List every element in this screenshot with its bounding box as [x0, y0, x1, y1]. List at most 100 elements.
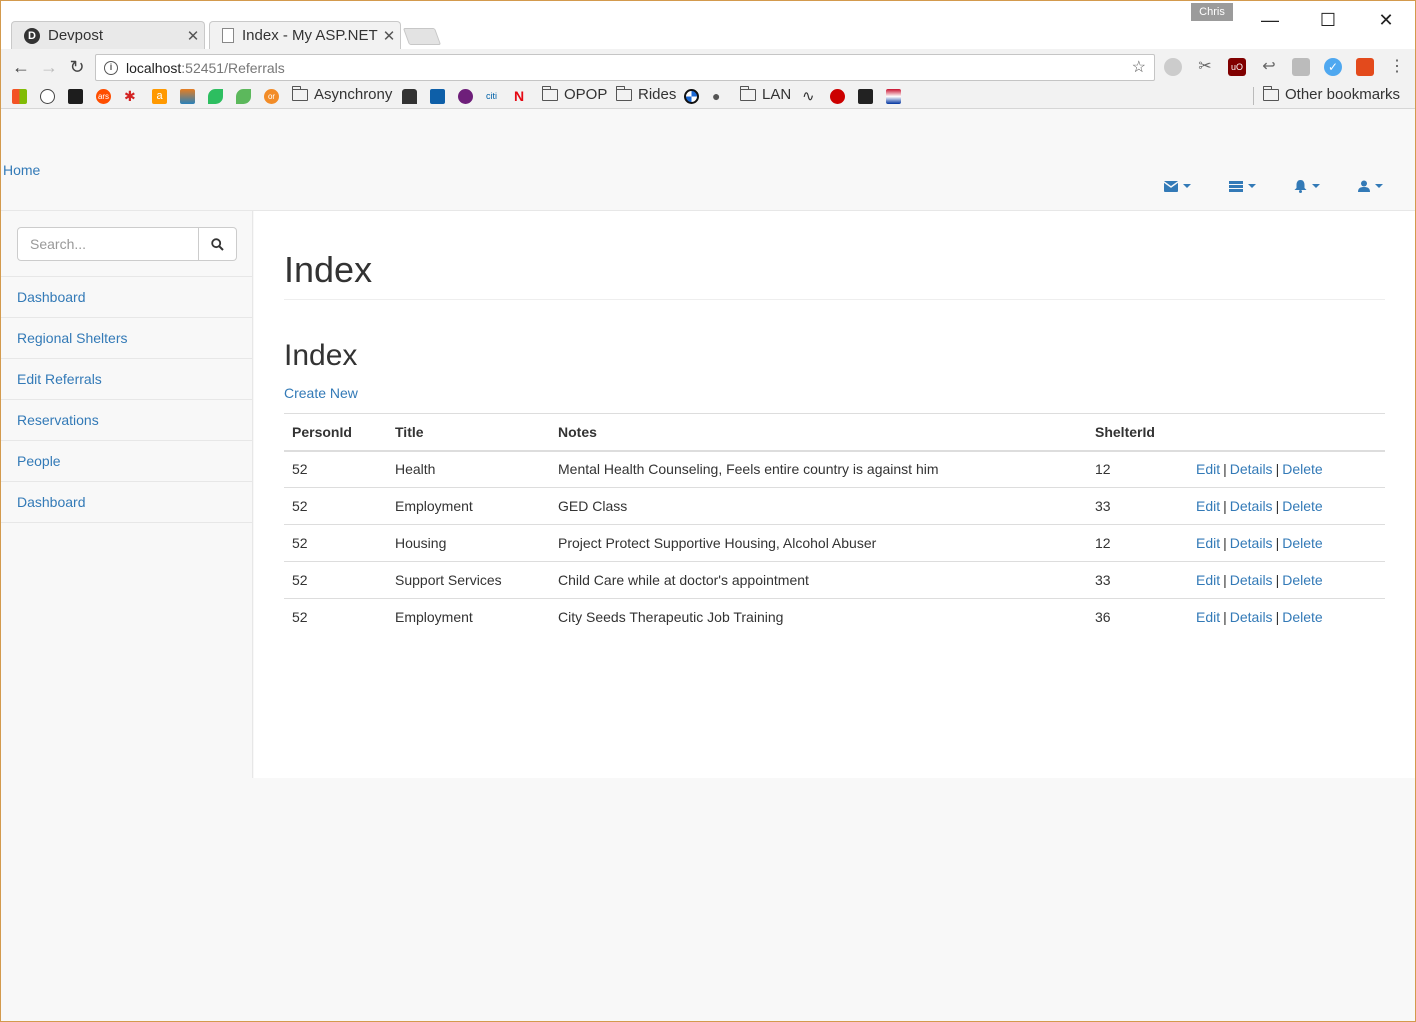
forward-icon[interactable]: → [37, 55, 61, 79]
caret-down-icon [1375, 184, 1383, 188]
sidebar-link[interactable]: People [17, 453, 61, 469]
details-link[interactable]: Details [1230, 461, 1273, 477]
sidebar-link[interactable]: Regional Shelters [17, 330, 128, 346]
ars-icon[interactable]: ars [96, 89, 111, 104]
search-button[interactable] [199, 227, 237, 261]
extension-blue-icon[interactable]: ✓ [1324, 58, 1342, 76]
purple-bookmark-icon[interactable] [458, 89, 473, 104]
bookmark-folder-other[interactable]: Other bookmarks [1262, 85, 1400, 103]
edit-link[interactable]: Edit [1196, 572, 1220, 588]
folder-icon [1262, 85, 1279, 101]
details-link[interactable]: Details [1230, 535, 1273, 551]
edit-link[interactable]: Edit [1196, 461, 1220, 477]
sidebar-link[interactable]: Dashboard [17, 289, 86, 305]
netflix-icon[interactable]: N [514, 89, 529, 104]
edit-link[interactable]: Edit [1196, 609, 1220, 625]
devpost-favicon-icon: D [24, 27, 40, 44]
tab-close-icon[interactable]: ✕ [378, 27, 400, 45]
cell-actions: Edit | Details | Delete [1188, 524, 1385, 562]
envelope-icon [1164, 180, 1178, 192]
column-header-title: Title [387, 413, 550, 452]
bmw-icon[interactable] [684, 89, 699, 104]
tasks-dropdown[interactable] [1229, 176, 1256, 196]
bookmark-folder-asynchrony[interactable]: Asynchrony [291, 85, 392, 103]
delete-link[interactable]: Delete [1282, 461, 1322, 477]
bookmark-folder-opop[interactable]: OPOP [541, 85, 607, 103]
yelp-icon[interactable]: ✱ [124, 89, 139, 104]
extension-gray-icon[interactable] [1292, 58, 1310, 76]
top-navbar: Home [1, 110, 1415, 211]
amazon-icon[interactable]: a [152, 89, 167, 104]
details-link[interactable]: Details [1230, 572, 1273, 588]
delete-link[interactable]: Delete [1282, 572, 1322, 588]
extension-tools-icon[interactable]: ✂ [1196, 58, 1214, 76]
delete-link[interactable]: Delete [1282, 498, 1322, 514]
chart-bookmark-icon[interactable] [180, 89, 195, 104]
reload-icon[interactable]: ↻ [65, 55, 89, 79]
table-row: 52 Employment City Seeds Therapeutic Job… [284, 598, 1385, 636]
ms-bookmark-icon[interactable] [430, 89, 445, 104]
delete-link[interactable]: Delete [1282, 535, 1322, 551]
cell-personid: 52 [284, 450, 387, 488]
browser-titlebar: D Devpost ✕ Index - My ASP.NET ✕ Chris —… [1, 1, 1415, 49]
sidebar-item-dashboard-2: Dashboard [1, 482, 253, 523]
user-dropdown[interactable] [1358, 176, 1383, 196]
ublock-icon[interactable]: uO [1228, 58, 1246, 76]
menu-icon[interactable]: ⋮ [1388, 58, 1406, 76]
address-bar[interactable]: i localhost:52451/Referrals ☆ [95, 54, 1155, 81]
wm-icon[interactable] [858, 89, 873, 104]
office-icon[interactable] [1356, 58, 1374, 76]
sidebar-link[interactable]: Reservations [17, 412, 99, 428]
tab-close-icon[interactable]: ✕ [182, 27, 204, 45]
wave-icon[interactable]: ∿ [802, 89, 817, 104]
bookmark-folder-rides[interactable]: Rides [615, 85, 676, 103]
section-title: Index [284, 339, 358, 372]
action-separator: | [1275, 609, 1280, 626]
details-link[interactable]: Details [1230, 609, 1273, 625]
tab-index[interactable]: Index - My ASP.NET ✕ [209, 21, 401, 49]
back-icon[interactable]: ← [9, 55, 33, 79]
alerts-dropdown[interactable] [1294, 176, 1320, 196]
cell-shelterid: 12 [1087, 450, 1188, 488]
home-link[interactable]: Home [3, 162, 40, 178]
oreilly-icon[interactable]: or [264, 89, 279, 104]
action-separator: | [1275, 498, 1280, 514]
evernote-icon[interactable] [208, 89, 223, 104]
tab-devpost[interactable]: D Devpost ✕ [11, 21, 205, 49]
edit-link[interactable]: Edit [1196, 535, 1220, 551]
close-window-icon[interactable]: ✕ [1371, 7, 1401, 33]
create-new-link[interactable]: Create New [284, 385, 358, 401]
red-circle-icon[interactable] [830, 89, 845, 104]
bookmark-star-icon[interactable]: ☆ [1132, 57, 1146, 77]
info-icon[interactable]: i [104, 60, 118, 75]
main-content: Index Index Create New PersonId Title No… [254, 211, 1415, 778]
search-input[interactable] [17, 227, 199, 261]
app-icon[interactable] [68, 89, 83, 104]
messages-dropdown[interactable] [1164, 176, 1191, 196]
apple-icon[interactable]: ● [712, 89, 727, 104]
new-tab-button[interactable] [402, 28, 442, 45]
caret-down-icon [1248, 184, 1256, 188]
flag-icon[interactable] [886, 89, 901, 104]
sidebar-link[interactable]: Dashboard [17, 494, 86, 510]
extension-contrast-icon[interactable] [1164, 58, 1182, 76]
citi-icon[interactable]: citi [486, 89, 501, 104]
reply-icon[interactable]: ↩ [1260, 58, 1278, 76]
cell-notes: Mental Health Counseling, Feels entire c… [550, 450, 1087, 488]
details-link[interactable]: Details [1230, 498, 1273, 514]
bookmark-folder-lan[interactable]: LAN [739, 85, 791, 103]
windows-icon[interactable] [12, 89, 27, 104]
page-title: Index [284, 249, 373, 290]
profile-badge[interactable]: Chris [1191, 3, 1233, 21]
delete-link[interactable]: Delete [1282, 609, 1322, 625]
leaf-icon[interactable] [236, 89, 251, 104]
minimize-icon[interactable]: — [1255, 7, 1285, 33]
cell-title: Employment [387, 487, 550, 525]
sidebar-link[interactable]: Edit Referrals [17, 371, 102, 387]
maximize-icon[interactable]: ☐ [1313, 7, 1343, 33]
edit-link[interactable]: Edit [1196, 498, 1220, 514]
cell-title: Health [387, 450, 550, 488]
bus-icon[interactable] [402, 89, 417, 104]
tab-label: Index - My ASP.NET [242, 27, 378, 44]
reddit-icon[interactable] [40, 89, 55, 104]
